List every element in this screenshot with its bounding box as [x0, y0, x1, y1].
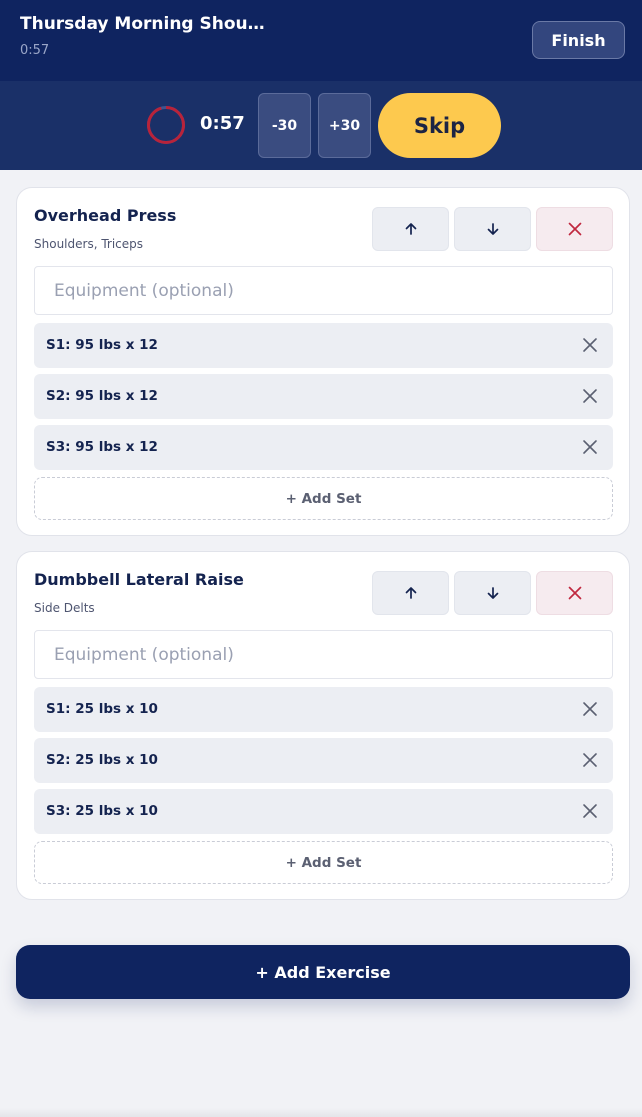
- set-row: S3: 95 lbs x 12: [34, 425, 613, 470]
- exercise-name: Overhead Press: [34, 206, 177, 225]
- skip-button[interactable]: Skip: [378, 93, 501, 158]
- remove-exercise-button[interactable]: [536, 207, 613, 251]
- arrow-down-icon: [487, 587, 498, 599]
- remove-exercise-button[interactable]: [536, 571, 613, 615]
- move-up-button[interactable]: [372, 571, 449, 615]
- close-icon[interactable]: [582, 701, 598, 717]
- close-icon: [568, 586, 581, 600]
- exercise-name: Dumbbell Lateral Raise: [34, 570, 244, 589]
- set-label: S2: 95 lbs x 12: [46, 388, 158, 404]
- move-down-button[interactable]: [454, 571, 531, 615]
- set-row: S2: 95 lbs x 12: [34, 374, 613, 419]
- arrow-up-icon: [405, 223, 416, 235]
- move-down-button[interactable]: [454, 207, 531, 251]
- set-label: S1: 25 lbs x 10: [46, 701, 158, 717]
- set-label: S3: 25 lbs x 10: [46, 803, 158, 819]
- exercise-card: Dumbbell Lateral Raise Side Delts S1: 25…: [16, 551, 630, 900]
- elapsed-time: 0:57: [20, 43, 50, 58]
- finish-button[interactable]: Finish: [532, 21, 625, 59]
- set-row: S2: 25 lbs x 10: [34, 738, 613, 783]
- plus-30-button[interactable]: +30: [318, 93, 371, 158]
- workout-title: Thursday Morning Should...: [20, 14, 270, 34]
- timer-ring-icon: [147, 106, 185, 144]
- rest-time: 0:57: [200, 113, 245, 134]
- add-exercise-button[interactable]: + Add Exercise: [16, 945, 630, 999]
- add-set-button[interactable]: + Add Set: [34, 477, 613, 520]
- move-up-button[interactable]: [372, 207, 449, 251]
- set-label: S3: 95 lbs x 12: [46, 439, 158, 455]
- set-row: S1: 95 lbs x 12: [34, 323, 613, 368]
- minus-30-button[interactable]: -30: [258, 93, 311, 158]
- bottom-edge: [0, 1108, 642, 1117]
- close-icon[interactable]: [582, 388, 598, 404]
- set-row: S1: 25 lbs x 10: [34, 687, 613, 732]
- arrow-up-icon: [405, 587, 416, 599]
- equipment-input[interactable]: [34, 630, 613, 679]
- equipment-input[interactable]: [34, 266, 613, 315]
- exercise-muscles: Side Delts: [34, 601, 95, 615]
- exercise-card: Overhead Press Shoulders, Triceps S1: 95…: [16, 187, 630, 536]
- close-icon[interactable]: [582, 337, 598, 353]
- arrow-down-icon: [487, 223, 498, 235]
- set-label: S2: 25 lbs x 10: [46, 752, 158, 768]
- close-icon[interactable]: [582, 803, 598, 819]
- close-icon: [568, 222, 581, 236]
- set-row: S3: 25 lbs x 10: [34, 789, 613, 834]
- exercise-muscles: Shoulders, Triceps: [34, 237, 144, 251]
- close-icon[interactable]: [582, 752, 598, 768]
- set-label: S1: 95 lbs x 12: [46, 337, 158, 353]
- add-set-button[interactable]: + Add Set: [34, 841, 613, 884]
- close-icon[interactable]: [582, 439, 598, 455]
